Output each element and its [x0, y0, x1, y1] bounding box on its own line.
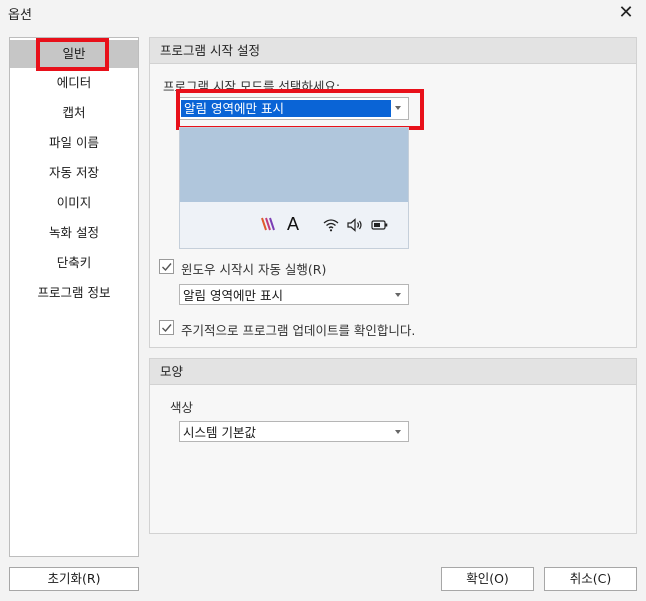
ok-button[interactable]: 확인(O)	[441, 567, 534, 591]
update-check-label[interactable]: 주기적으로 프로그램 업데이트를 확인합니다.	[181, 320, 415, 339]
volume-icon	[347, 218, 362, 232]
close-icon[interactable]: ✕	[614, 2, 638, 24]
color-value: 시스템 기본값	[183, 425, 256, 440]
desktop-area	[180, 128, 408, 202]
chevron-down-icon	[395, 430, 401, 434]
checkmark-icon	[162, 324, 172, 333]
sidebar-item-about[interactable]: 프로그램 정보	[10, 279, 138, 307]
sidebar-item-image[interactable]: 이미지	[10, 189, 138, 217]
sidebar-item-capture[interactable]: 캡처	[10, 99, 138, 127]
autorun-label[interactable]: 윈도우 시작시 자동 실행(R)	[181, 259, 326, 278]
startup-group-header: 프로그램 시작 설정	[150, 38, 636, 64]
tray-preview: A	[179, 127, 409, 249]
app-logo-icon	[261, 217, 275, 231]
autorun-mode-value: 알림 영역에만 표시	[183, 288, 283, 303]
startup-mode-value: 알림 영역에만 표시	[181, 100, 391, 117]
sidebar-item-autosave[interactable]: 자동 저장	[10, 159, 138, 187]
wifi-icon	[323, 219, 339, 232]
checkmark-icon	[162, 263, 172, 272]
chevron-down-icon	[395, 293, 401, 297]
battery-icon	[371, 220, 388, 230]
window-title: 옵션	[8, 8, 32, 23]
sidebar-item-editor[interactable]: 에디터	[10, 69, 138, 97]
update-check-checkbox[interactable]	[159, 320, 174, 335]
color-label: 색상	[170, 400, 194, 415]
ime-indicator-icon: A	[287, 214, 300, 234]
appearance-group-header: 모양	[150, 359, 636, 385]
startup-mode-label: 프로그램 시작 모드를 선택하세요:	[163, 79, 341, 94]
sidebar-item-filename[interactable]: 파일 이름	[10, 129, 138, 157]
reset-button[interactable]: 초기화(R)	[9, 567, 139, 591]
cancel-button[interactable]: 취소(C)	[544, 567, 637, 591]
sidebar-item-recording[interactable]: 녹화 설정	[10, 219, 138, 247]
sidebar: 일반 에디터 캡처 파일 이름 자동 저장 이미지 녹화 설정 단축키 프로그램…	[9, 37, 139, 557]
autorun-mode-select[interactable]: 알림 영역에만 표시	[179, 284, 409, 305]
sidebar-item-shortcuts[interactable]: 단축키	[10, 249, 138, 277]
sidebar-item-general[interactable]: 일반	[10, 40, 138, 68]
autorun-checkbox[interactable]	[159, 259, 174, 274]
appearance-group: 모양	[149, 358, 637, 534]
startup-mode-select[interactable]: 알림 영역에만 표시	[179, 97, 409, 120]
chevron-down-icon	[395, 106, 401, 110]
color-select[interactable]: 시스템 기본값	[179, 421, 409, 442]
